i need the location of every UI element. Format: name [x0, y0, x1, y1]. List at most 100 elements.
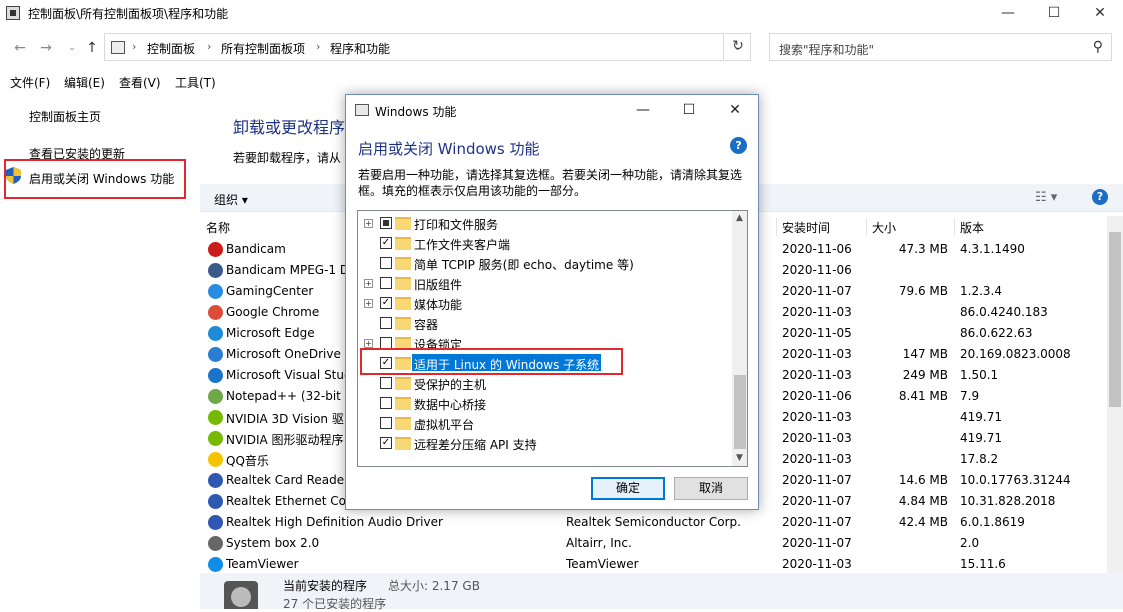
help-icon[interactable]: ?	[1092, 189, 1108, 205]
table-row[interactable]: TeamViewer TeamViewer 2020-11-03 15.11.6	[200, 554, 1108, 575]
feature-item[interactable]: ✓ 远程差分压缩 API 支持	[358, 433, 732, 453]
chevron-right-icon[interactable]: ›	[316, 40, 320, 53]
chevron-right-icon[interactable]: ›	[132, 40, 136, 53]
organize-button[interactable]: 组织 ▾	[214, 191, 248, 208]
program-install-date: 2020-11-03	[782, 410, 852, 424]
dialog-minimize-button[interactable]: —	[620, 95, 666, 125]
feature-checkbox[interactable]	[380, 257, 392, 269]
refresh-icon[interactable]: ↻	[727, 38, 749, 56]
tree-scrollbar[interactable]: ▲ ▼	[732, 211, 747, 466]
program-version: 10.31.828.2018	[960, 494, 1056, 508]
maximize-button[interactable]: ☐	[1031, 0, 1077, 26]
teamviewer-icon	[208, 557, 223, 572]
column-install-date[interactable]: 安装时间	[782, 219, 830, 236]
folder-icon	[395, 257, 411, 270]
view-options-icon[interactable]: ☷ ▾	[1035, 190, 1057, 205]
feature-item[interactable]: + 旧版组件	[358, 273, 732, 293]
back-arrow-icon[interactable]: ←	[10, 38, 30, 58]
program-version: 2.0	[960, 536, 980, 550]
feature-checkbox[interactable]	[380, 417, 392, 429]
minimize-button[interactable]: —	[985, 0, 1031, 26]
feature-item[interactable]: ✓ 工作文件夹客户端	[358, 233, 732, 253]
scrollbar-thumb[interactable]	[1109, 232, 1121, 407]
folder-icon	[395, 217, 411, 230]
menu-view[interactable]: 查看(V)	[119, 74, 161, 91]
expand-icon[interactable]: +	[364, 339, 373, 348]
expand-icon[interactable]: +	[364, 219, 373, 228]
program-size: 79.6 MB	[898, 284, 948, 298]
search-input[interactable]: 搜索"程序和功能" ⚲	[769, 33, 1112, 61]
expand-icon[interactable]: +	[364, 279, 373, 288]
feature-checkbox[interactable]	[380, 377, 392, 389]
folder-icon	[395, 237, 411, 250]
table-row[interactable]: Realtek High Definition Audio Driver Real…	[200, 512, 1108, 533]
program-install-date: 2020-11-03	[782, 557, 852, 571]
scroll-down-icon[interactable]: ▼	[736, 453, 743, 463]
feature-item[interactable]: 受保护的主机	[358, 373, 732, 393]
feature-item[interactable]: 简单 TCPIP 服务(即 echo、daytime 等)	[358, 253, 732, 273]
recent-dropdown-icon[interactable]: ⌄	[62, 38, 82, 58]
vertical-scrollbar[interactable]	[1107, 216, 1123, 573]
expand-icon[interactable]: +	[364, 299, 373, 308]
feature-label: 远程差分压缩 API 支持	[414, 438, 537, 452]
menu-file[interactable]: 文件(F)	[10, 74, 50, 91]
column-size[interactable]: 大小	[872, 219, 896, 236]
program-version: 17.8.2	[960, 452, 999, 466]
cancel-button[interactable]: 取消	[674, 477, 748, 500]
menu-edit[interactable]: 编辑(E)	[64, 74, 105, 91]
ok-button[interactable]: 确定	[591, 477, 665, 500]
program-publisher: Altairr, Inc.	[566, 536, 632, 550]
close-button[interactable]: ✕	[1077, 0, 1123, 26]
breadcrumb-control-panel[interactable]: 控制面板	[147, 40, 195, 57]
nvidia-icon	[208, 431, 223, 446]
forward-arrow-icon[interactable]: →	[36, 38, 56, 58]
program-install-date: 2020-11-07	[782, 284, 852, 298]
program-version: 7.9	[960, 389, 980, 403]
program-name: Realtek High Definition Audio Driver	[226, 515, 443, 529]
column-divider[interactable]	[776, 218, 777, 236]
program-version: 86.0.4240.183	[960, 305, 1048, 319]
folder-icon	[395, 277, 411, 290]
column-name[interactable]: 名称	[206, 219, 230, 236]
highlight-box	[360, 348, 623, 375]
up-arrow-icon[interactable]: ↑	[82, 38, 102, 58]
tree-scrollbar-thumb[interactable]	[734, 375, 746, 449]
feature-checkbox[interactable]	[380, 317, 392, 329]
sidebar-item-windows-features[interactable]: 启用或关闭 Windows 功能	[29, 170, 174, 187]
search-icon[interactable]: ⚲	[1093, 39, 1103, 55]
address-bar[interactable]: › 控制面板 › 所有控制面板项 › 程序和功能	[104, 33, 724, 61]
chevron-right-icon[interactable]: ›	[207, 40, 211, 53]
help-icon[interactable]: ?	[730, 137, 747, 154]
column-divider[interactable]	[866, 218, 867, 236]
breadcrumb-all-items[interactable]: 所有控制面板项	[221, 40, 305, 57]
dialog-close-button[interactable]: ✕	[712, 95, 758, 125]
feature-label: 旧版组件	[414, 278, 463, 292]
status-program-count: 27 个已安装的程序	[283, 597, 387, 611]
feature-checkbox[interactable]: ✓	[380, 437, 392, 449]
feature-item[interactable]: + 打印和文件服务	[358, 213, 732, 233]
feature-checkbox[interactable]	[380, 277, 392, 289]
feature-item[interactable]: + ✓ 媒体功能	[358, 293, 732, 313]
feature-checkbox[interactable]	[380, 217, 392, 229]
column-divider[interactable]	[954, 218, 955, 236]
feature-item[interactable]: 数据中心桥接	[358, 393, 732, 413]
breadcrumb-programs[interactable]: 程序和功能	[330, 40, 390, 57]
column-version[interactable]: 版本	[960, 219, 984, 236]
address-row: ← → ⌄ ↑ › 控制面板 › 所有控制面板项 › 程序和功能 ⌄ ↻ 搜索"…	[0, 33, 1123, 63]
feature-item[interactable]: 容器	[358, 313, 732, 333]
feature-label: 受保护的主机	[414, 378, 487, 392]
windows-features-icon	[355, 104, 369, 116]
chrome-icon	[208, 305, 223, 320]
scroll-up-icon[interactable]: ▲	[736, 213, 743, 223]
table-row[interactable]: System box 2.0 Altairr, Inc. 2020-11-07 2.0	[200, 533, 1108, 554]
program-install-date: 2020-11-07	[782, 536, 852, 550]
feature-label: 简单 TCPIP 服务(即 echo、daytime 等)	[414, 258, 634, 272]
feature-checkbox[interactable]: ✓	[380, 237, 392, 249]
feature-checkbox[interactable]: ✓	[380, 297, 392, 309]
dialog-maximize-button[interactable]: ☐	[666, 95, 712, 125]
feature-checkbox[interactable]	[380, 397, 392, 409]
menu-tools[interactable]: 工具(T)	[175, 74, 216, 91]
gamingcenter-icon	[208, 284, 223, 299]
sidebar-item-home[interactable]: 控制面板主页	[29, 108, 101, 125]
feature-item[interactable]: 虚拟机平台	[358, 413, 732, 433]
